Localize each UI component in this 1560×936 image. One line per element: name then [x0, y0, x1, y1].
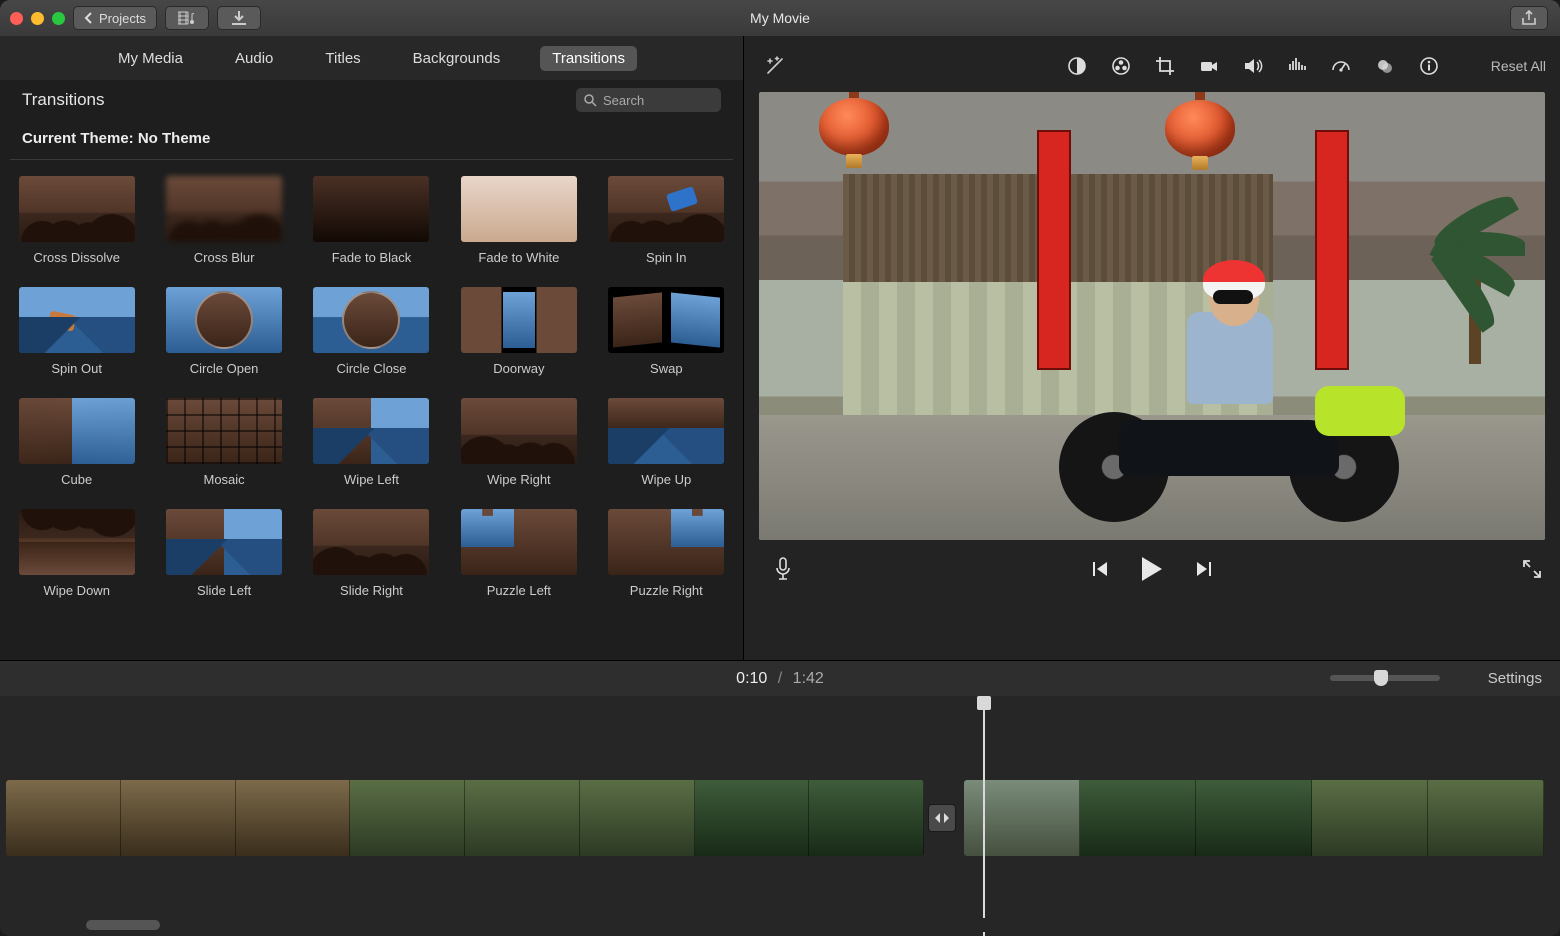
divider [10, 159, 733, 160]
timeline-header: 0:10 / 1:42 Settings [0, 660, 1560, 696]
magic-wand-icon [764, 55, 786, 77]
color-balance-icon [1067, 56, 1087, 76]
volume-icon [1243, 56, 1263, 76]
import-button[interactable] [217, 6, 261, 30]
microphone-icon [774, 557, 792, 581]
crop-icon [1155, 56, 1175, 76]
zoom-slider[interactable] [1330, 675, 1440, 681]
media-library-button[interactable] [165, 6, 209, 30]
download-icon [231, 11, 247, 25]
transition-wipe-down[interactable]: Wipe Down [14, 509, 139, 598]
transition-doorway[interactable]: Doorway [456, 287, 581, 376]
tab-backgrounds[interactable]: Backgrounds [401, 46, 513, 71]
timeline-settings-button[interactable]: Settings [1488, 670, 1542, 687]
playhead-time: 0:10 [736, 670, 767, 687]
play-button[interactable] [1139, 555, 1165, 583]
transition-wipe-left[interactable]: Wipe Left [309, 398, 434, 487]
previous-button[interactable] [1089, 559, 1109, 579]
current-theme-label: Current Theme: No Theme [0, 120, 743, 159]
volume-button[interactable] [1243, 56, 1263, 76]
share-button[interactable] [1510, 6, 1548, 30]
transition-icon [934, 811, 950, 825]
crop-button[interactable] [1155, 56, 1175, 76]
transition-swap[interactable]: Swap [604, 287, 729, 376]
search-placeholder: Search [603, 93, 644, 108]
transition-slide-right[interactable]: Slide Right [309, 509, 434, 598]
reset-all-button[interactable]: Reset All [1491, 58, 1546, 74]
chevron-left-icon [84, 12, 94, 24]
transition-fade-to-black[interactable]: Fade to Black [309, 176, 434, 265]
next-button[interactable] [1195, 559, 1215, 579]
speed-button[interactable] [1331, 56, 1351, 76]
tab-titles[interactable]: Titles [313, 46, 372, 71]
back-to-projects-button[interactable]: Projects [73, 6, 157, 30]
expand-icon [1522, 559, 1542, 579]
transition-puzzle-left[interactable]: Puzzle Left [456, 509, 581, 598]
transition-mosaic[interactable]: Mosaic [161, 398, 286, 487]
play-icon [1139, 555, 1165, 583]
titlebar: Projects My Movie [0, 0, 1560, 36]
voiceover-button[interactable] [774, 557, 792, 581]
transition-cube[interactable]: Cube [14, 398, 139, 487]
search-icon [584, 94, 597, 107]
minimize-window-button[interactable] [31, 12, 44, 25]
search-input[interactable]: Search [576, 88, 721, 112]
skip-back-icon [1089, 559, 1109, 579]
viewer-panel: Reset All [744, 36, 1560, 660]
close-window-button[interactable] [10, 12, 23, 25]
info-button[interactable] [1419, 56, 1439, 76]
timeline[interactable] [0, 696, 1560, 936]
panel-title: Transitions [22, 90, 105, 110]
transition-spin-in[interactable]: Spin In [604, 176, 729, 265]
video-overlay-button[interactable] [1375, 56, 1395, 76]
viewer-toolbar: Reset All [758, 46, 1546, 86]
timeline-clip-2[interactable] [964, 780, 1544, 856]
stabilization-button[interactable] [1199, 56, 1219, 76]
transition-wipe-up[interactable]: Wipe Up [604, 398, 729, 487]
timeline-scrollbar[interactable] [0, 918, 1560, 932]
time-separator: / [778, 670, 782, 687]
transport-controls [758, 540, 1546, 598]
transitions-grid: Cross Dissolve Cross Blur Fade to Black … [0, 172, 743, 602]
browser-tabs: My Media Audio Titles Backgrounds Transi… [0, 36, 743, 80]
transition-slide-left[interactable]: Slide Left [161, 509, 286, 598]
project-title: My Movie [750, 10, 810, 26]
transition-cross-dissolve[interactable]: Cross Dissolve [14, 176, 139, 265]
tab-transitions[interactable]: Transitions [540, 46, 637, 71]
tab-my-media[interactable]: My Media [106, 46, 195, 71]
equalizer-icon [1287, 56, 1307, 76]
fullscreen-button[interactable] [1522, 559, 1542, 579]
film-music-icon [178, 11, 196, 25]
tab-audio[interactable]: Audio [223, 46, 285, 71]
total-duration: 1:42 [793, 670, 824, 687]
noise-reduction-button[interactable] [1287, 56, 1307, 76]
transition-wipe-right[interactable]: Wipe Right [456, 398, 581, 487]
transition-fade-to-white[interactable]: Fade to White [456, 176, 581, 265]
app-window: Projects My Movie My Media Audio Titles … [0, 0, 1560, 936]
share-icon [1522, 10, 1536, 26]
transition-circle-open[interactable]: Circle Open [161, 287, 286, 376]
window-controls [10, 12, 65, 25]
transition-cross-blur[interactable]: Cross Blur [161, 176, 286, 265]
browser-panel: My Media Audio Titles Backgrounds Transi… [0, 36, 744, 660]
transition-marker[interactable] [928, 804, 956, 832]
color-correction-button[interactable] [1111, 56, 1131, 76]
playhead[interactable] [983, 696, 985, 936]
back-label: Projects [99, 11, 146, 26]
speedometer-icon [1331, 56, 1351, 76]
fullscreen-window-button[interactable] [52, 12, 65, 25]
skip-forward-icon [1195, 559, 1215, 579]
timeline-clip-1[interactable] [6, 780, 924, 856]
overlay-icon [1375, 56, 1395, 76]
color-wheel-icon [1111, 56, 1131, 76]
camera-icon [1199, 56, 1219, 76]
enhance-button[interactable] [764, 55, 786, 77]
color-balance-button[interactable] [1067, 56, 1087, 76]
info-icon [1419, 56, 1439, 76]
video-preview[interactable] [759, 92, 1545, 540]
transition-spin-out[interactable]: Spin Out [14, 287, 139, 376]
transition-circle-close[interactable]: Circle Close [309, 287, 434, 376]
transition-puzzle-right[interactable]: Puzzle Right [604, 509, 729, 598]
